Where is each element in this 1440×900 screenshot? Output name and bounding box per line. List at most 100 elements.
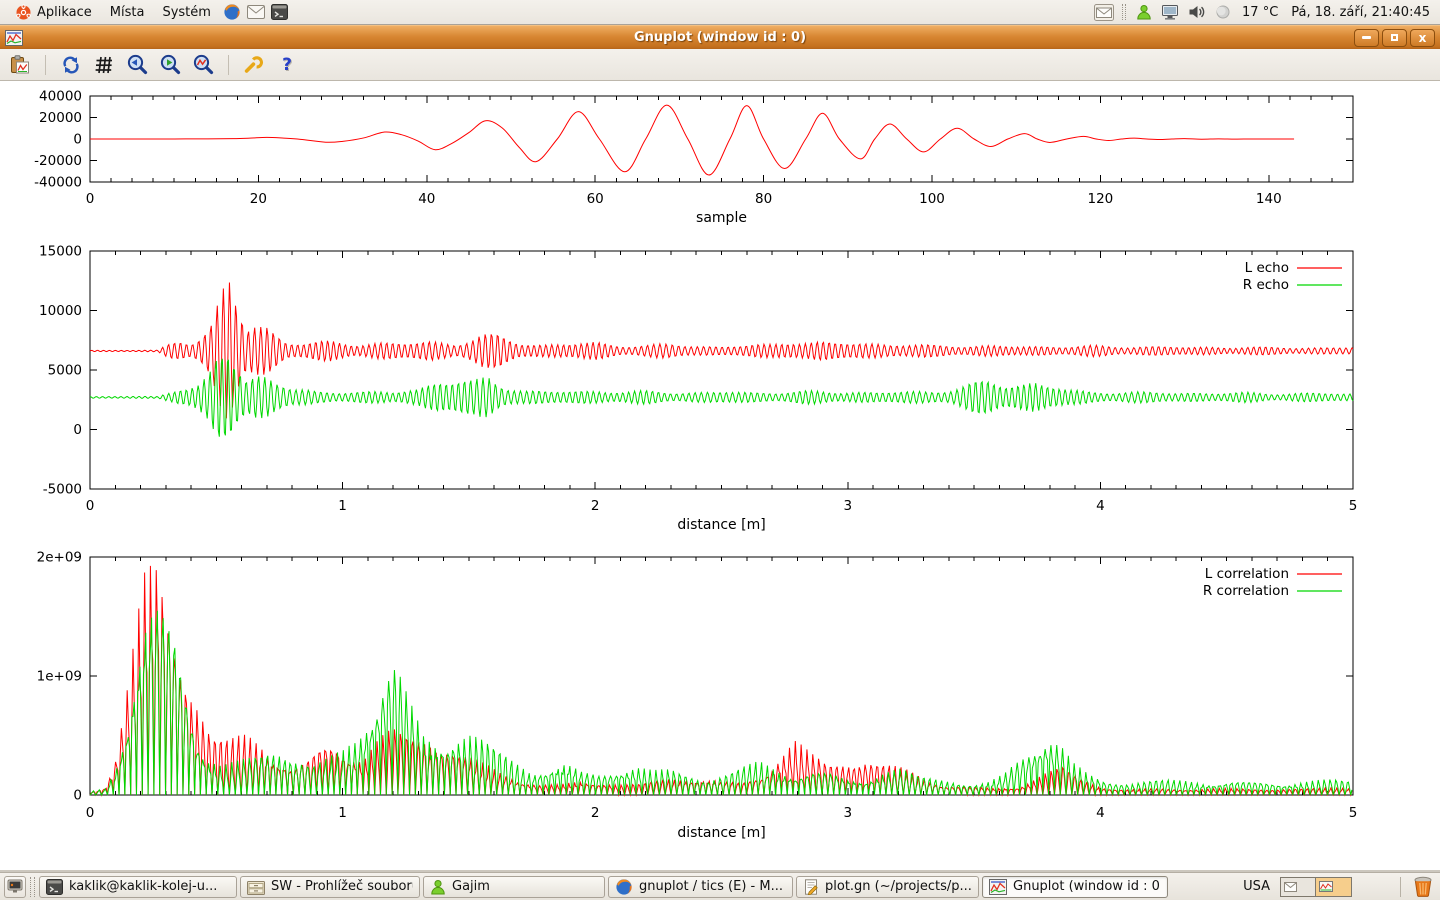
terminal-icon	[46, 879, 63, 895]
close-button[interactable]: x	[1410, 29, 1435, 47]
tray-user-status[interactable]	[1134, 4, 1154, 20]
task-button[interactable]: SW - Prohlížeč souborů	[240, 876, 420, 898]
legend-label: L correlation	[1205, 566, 1289, 582]
zoom-next-icon	[160, 54, 181, 75]
menu-mista[interactable]: Místa	[101, 0, 154, 24]
series-r-echo	[90, 359, 1353, 437]
zoom-reset-icon	[193, 54, 214, 75]
minimize-button[interactable]	[1354, 29, 1379, 47]
x-tick-label: 2	[591, 498, 600, 514]
tasklist-handle-icon[interactable]	[30, 877, 35, 897]
taskbar-right: USA	[1233, 875, 1436, 898]
clock[interactable]: Pá, 18. září, 21:40:45	[1287, 5, 1434, 20]
x-tick-label: 3	[844, 805, 853, 821]
desktop: AplikaceMísta Systém 17 °C Pá, 18. září, 2…	[0, 0, 1440, 900]
workspace-1[interactable]	[1281, 878, 1316, 896]
task-button[interactable]: kaklik@kaklik-kolej-u...	[39, 876, 237, 898]
task-button-label: plot.gn (~/projects/p...	[825, 879, 972, 894]
configure-button[interactable]	[242, 53, 266, 77]
zoom-next-button[interactable]	[158, 53, 182, 77]
temperature-indicator[interactable]: 17 °C	[1238, 5, 1282, 20]
gajim-icon	[430, 879, 446, 895]
legend: L correlationR correlation	[1203, 566, 1342, 599]
y-tick-label: 0	[73, 788, 82, 804]
minimize-icon	[1362, 36, 1371, 39]
chart-1: 020406080100120140-40000-200000200004000…	[34, 89, 1353, 227]
workspace-switcher	[1280, 877, 1352, 897]
series-sample	[90, 105, 1294, 175]
user-status-icon	[1136, 4, 1152, 20]
x-tick-label: 120	[1088, 191, 1114, 207]
maximize-button[interactable]	[1382, 29, 1407, 47]
keyboard-layout-indicator[interactable]: USA	[1233, 879, 1280, 894]
tray-weather[interactable]	[1213, 4, 1233, 20]
axes	[90, 251, 1353, 489]
trash-applet[interactable]	[1410, 875, 1436, 898]
window-title: Gnuplot (window id : 0)	[0, 30, 1440, 45]
y-tick-label: 5000	[48, 363, 82, 379]
window-controls: x	[1354, 29, 1435, 47]
help-button[interactable]: ?	[275, 53, 299, 77]
y-tick-label: 20000	[39, 110, 82, 126]
menu-system[interactable]: Systém	[153, 0, 219, 24]
series-r-correlation	[90, 611, 1352, 795]
task-button-label: Gnuplot (window id : 0)	[1013, 879, 1161, 894]
task-button[interactable]: plot.gn (~/projects/p...	[796, 876, 979, 898]
configure-icon	[244, 55, 264, 75]
x-tick-label: 5	[1349, 805, 1358, 821]
copy-plot-button[interactable]	[8, 53, 32, 77]
x-tick-label: 40	[418, 191, 435, 207]
x-tick-label: 100	[919, 191, 945, 207]
chart-3: 01234501e+092e+09distance [m]L correlati…	[37, 550, 1358, 842]
maximize-icon	[1391, 34, 1398, 41]
taskbar-separator	[1400, 877, 1401, 897]
chart-2: 012345-5000050001000015000distance [m]L …	[39, 244, 1357, 534]
zoom-reset-button[interactable]	[191, 53, 215, 77]
y-tick-label: 15000	[39, 244, 82, 260]
text-editor-icon	[803, 879, 819, 895]
gnuplot-window-icon	[5, 30, 23, 46]
menu-label: Systém	[162, 5, 210, 20]
close-icon: x	[1419, 32, 1427, 44]
legend-label: L echo	[1245, 260, 1289, 276]
panel-menus: AplikaceMísta Systém	[6, 0, 292, 24]
firefox-icon	[615, 878, 633, 896]
x-tick-label: 1	[338, 498, 347, 514]
gnuplot-canvas[interactable]: 020406080100120140-40000-200000200004000…	[0, 81, 1440, 872]
workspace-2[interactable]	[1316, 878, 1351, 896]
terminal-icon	[271, 4, 288, 20]
y-tick-label: 0	[73, 132, 82, 148]
replot-button[interactable]	[59, 53, 83, 77]
x-tick-label: 3	[844, 498, 853, 514]
ubuntu-logo-icon	[15, 4, 32, 21]
zoom-previous-button[interactable]	[125, 53, 149, 77]
launcher-terminal[interactable]	[268, 0, 292, 24]
menu-aplikace[interactable]: Aplikace	[6, 0, 101, 24]
task-button-label: SW - Prohlížeč souborů	[271, 879, 413, 894]
task-button[interactable]: gnuplot / tics (E) - M...	[608, 876, 793, 898]
replot-icon	[61, 55, 81, 75]
tray-volume[interactable]	[1186, 4, 1208, 20]
task-button-label: gnuplot / tics (E) - M...	[639, 879, 783, 894]
window-titlebar[interactable]: Gnuplot (window id : 0) x	[0, 25, 1440, 49]
launcher-firefox[interactable]	[220, 0, 244, 24]
show-desktop-button[interactable]	[4, 876, 26, 898]
x-tick-label: 80	[755, 191, 772, 207]
x-tick-label: 4	[1096, 498, 1105, 514]
zoom-previous-icon	[127, 54, 148, 75]
x-tick-label: 0	[86, 498, 95, 514]
x-tick-label: 5	[1349, 498, 1358, 514]
top-panel: AplikaceMísta Systém 17 °C Pá, 18. září, 2…	[0, 0, 1440, 25]
x-tick-label: 2	[591, 805, 600, 821]
launcher-mail[interactable]	[244, 0, 268, 24]
task-button[interactable]: Gajim	[423, 876, 605, 898]
grid-button[interactable]	[92, 53, 116, 77]
weather-icon	[1215, 4, 1231, 20]
tray-handle[interactable]	[1122, 4, 1126, 20]
tray-display[interactable]	[1159, 4, 1181, 21]
y-tick-label: 0	[73, 422, 82, 438]
mail-notifier-icon[interactable]	[1094, 4, 1114, 21]
x-tick-label: 4	[1096, 805, 1105, 821]
task-button[interactable]: Gnuplot (window id : 0)	[982, 876, 1168, 898]
task-button-label: kaklik@kaklik-kolej-u...	[69, 879, 217, 894]
